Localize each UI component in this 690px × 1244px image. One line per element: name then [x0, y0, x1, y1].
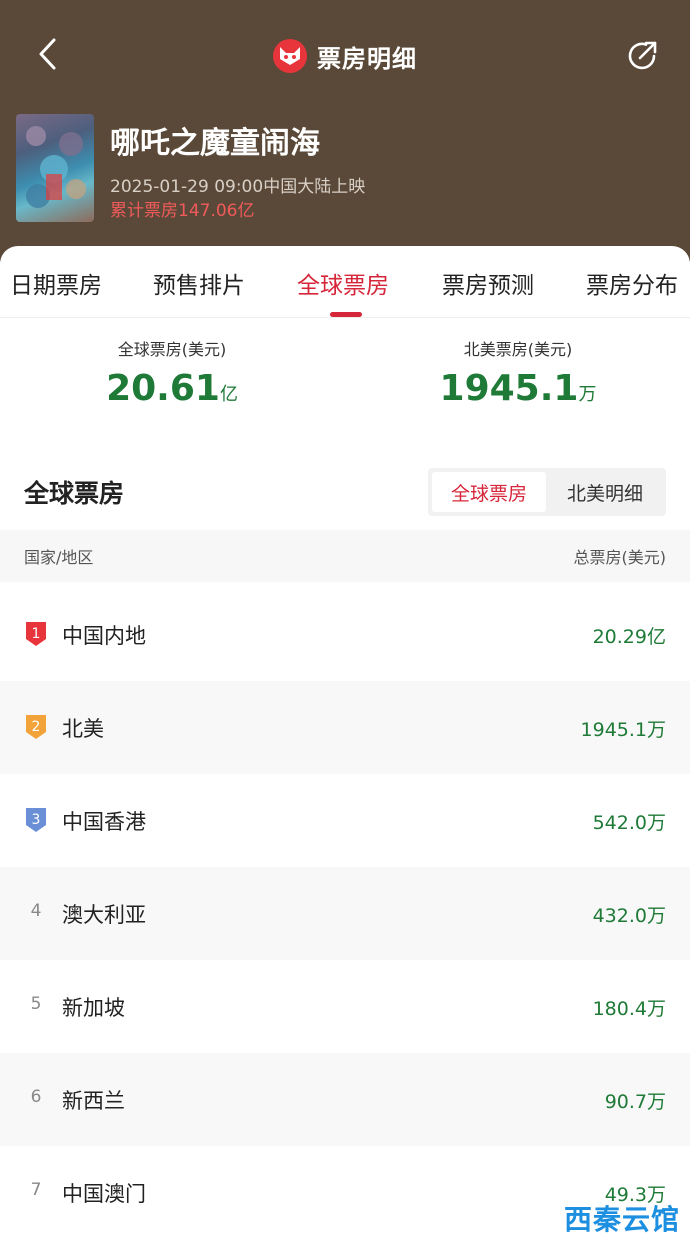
table-row[interactable]: 5 新加坡 180.4万 [0, 960, 690, 1053]
rank-badge-bronze: 3 [24, 806, 48, 834]
tab-presale[interactable]: 预售排片 [153, 266, 245, 300]
region-gross: 1945.1万 [580, 719, 666, 741]
na-summary: 北美票房(美元) 1945.1万 [398, 336, 638, 409]
section-title: 全球票房 [24, 479, 125, 508]
region-name: 北美 [62, 717, 104, 741]
svg-text:3: 3 [32, 812, 41, 828]
release-info: 2025-01-29 09:00中国大陆上映 [110, 177, 366, 197]
table-row[interactable]: 2 北美 1945.1万 [0, 681, 690, 774]
navbar: 票房明细 [0, 0, 690, 110]
active-tab-indicator [330, 312, 362, 317]
rank-badge-gold: 1 [24, 620, 48, 648]
nav-title-group: 票房明细 [0, 36, 690, 76]
movie-info: 哪吒之魔童闹海 2025-01-29 09:00中国大陆上映 累计票房147.0… [16, 114, 676, 224]
tab-global[interactable]: 全球票房 [297, 266, 389, 300]
global-summary-value: 20.61亿 [106, 368, 238, 409]
rank-number: 6 [30, 1087, 42, 1107]
region-name: 澳大利亚 [62, 903, 146, 927]
region-gross: 432.0万 [592, 905, 666, 927]
header-background: 票房明细 哪吒之魔童闹海 2025-01-29 09:00中国大陆上映 累计票房… [0, 0, 690, 262]
section-header: 全球票房 全球票房 北美明细 [0, 464, 690, 520]
rank-number: 5 [30, 994, 42, 1014]
toggle-global[interactable]: 全球票房 [432, 472, 546, 512]
col-gross: 总票房(美元) [573, 548, 667, 567]
page-title: 票房明细 [317, 44, 417, 73]
rank-number: 4 [30, 901, 42, 921]
tab-distribution[interactable]: 票房分布 [586, 266, 678, 300]
content-card: 日期票房 预售排片 全球票房 票房预测 票房分布 全球票房(美元) 20.61亿… [0, 246, 690, 1244]
svg-text:2: 2 [32, 719, 41, 735]
table-row[interactable]: 4 澳大利亚 432.0万 [0, 867, 690, 960]
region-gross: 542.0万 [592, 812, 666, 834]
summary: 全球票房(美元) 20.61亿 北美票房(美元) 1945.1万 [0, 336, 690, 426]
na-summary-label: 北美票房(美元) [463, 340, 573, 359]
toggle-na-detail[interactable]: 北美明细 [548, 472, 662, 512]
watermark: 西秦云馆 [563, 1203, 680, 1236]
global-summary: 全球票房(美元) 20.61亿 [52, 336, 292, 409]
tab-forecast[interactable]: 票房预测 [442, 266, 534, 300]
region-gross: 180.4万 [592, 998, 666, 1020]
movie-poster[interactable] [16, 114, 94, 222]
view-toggle: 全球票房 北美明细 [428, 468, 666, 516]
na-summary-value: 1945.1万 [439, 368, 597, 409]
share-icon [628, 41, 657, 70]
svg-text:1: 1 [32, 626, 41, 642]
global-summary-label: 全球票房(美元) [117, 340, 227, 359]
tab-bar: 日期票房 预售排片 全球票房 票房预测 票房分布 [0, 246, 690, 318]
region-name: 中国澳门 [62, 1182, 146, 1206]
cumulative-box-office: 累计票房147.06亿 [110, 201, 255, 221]
region-name: 新加坡 [62, 996, 125, 1020]
rank-badge-silver: 2 [24, 713, 48, 741]
region-name: 中国内地 [62, 624, 146, 648]
movie-title: 哪吒之魔童闹海 [110, 126, 320, 161]
region-gross: 20.29亿 [592, 626, 666, 648]
share-button[interactable] [622, 36, 662, 76]
table-body: 1 中国内地 20.29亿 2 北美 1945.1万 3 中国香港 542.0万… [0, 588, 690, 1239]
table-row[interactable]: 6 新西兰 90.7万 [0, 1053, 690, 1146]
tab-daily[interactable]: 日期票房 [10, 266, 102, 300]
col-region: 国家/地区 [24, 548, 94, 567]
rank-number: 7 [30, 1180, 42, 1200]
region-name: 新西兰 [62, 1089, 125, 1113]
region-name: 中国香港 [62, 810, 146, 834]
region-gross: 90.7万 [604, 1091, 666, 1113]
cat-logo-icon [273, 39, 307, 73]
table-row[interactable]: 1 中国内地 20.29亿 [0, 588, 690, 681]
table-row[interactable]: 3 中国香港 542.0万 [0, 774, 690, 867]
table-header: 国家/地区 总票房(美元) [0, 530, 690, 582]
